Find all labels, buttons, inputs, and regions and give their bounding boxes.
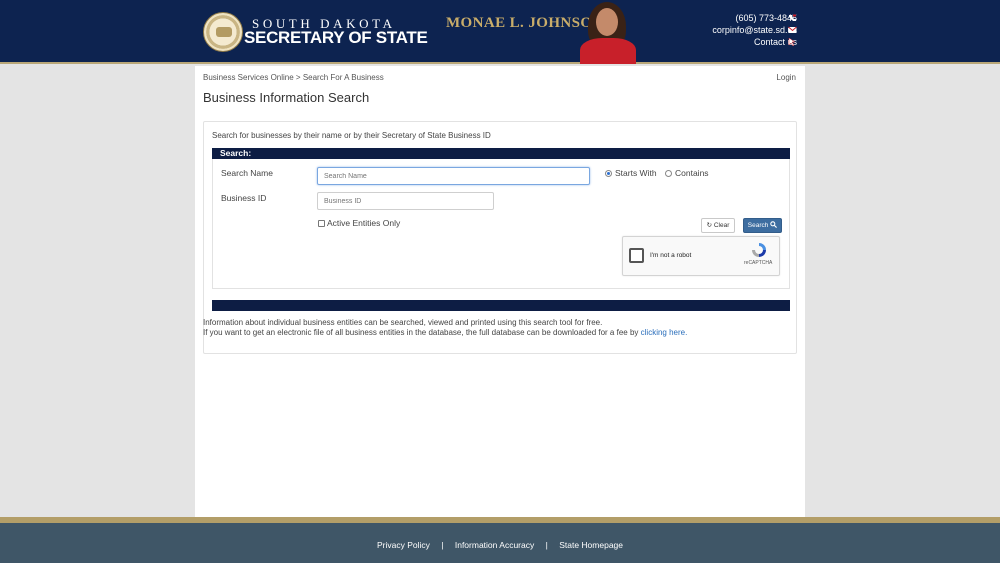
download-database-link[interactable]: clicking here. bbox=[641, 328, 688, 337]
info-database-download: If you want to get an electronic file of… bbox=[203, 328, 687, 337]
main-content: Business Services Online > Search For A … bbox=[195, 66, 805, 517]
information-accuracy-link[interactable]: Information Accuracy bbox=[455, 540, 534, 550]
search-name-label: Search Name bbox=[221, 168, 273, 178]
clear-button-label: Clear bbox=[713, 222, 730, 229]
site-footer: Privacy Policy | Information Accuracy | … bbox=[0, 523, 1000, 563]
active-entities-checkbox[interactable] bbox=[318, 220, 325, 227]
footer-links: Privacy Policy | Information Accuracy | … bbox=[0, 540, 1000, 550]
contains-label[interactable]: Contains bbox=[675, 168, 709, 178]
section-divider-bar bbox=[212, 300, 790, 311]
search-intro-text: Search for businesses by their name or b… bbox=[212, 131, 491, 140]
magnifier-icon bbox=[770, 221, 778, 228]
search-name-input[interactable] bbox=[317, 167, 590, 185]
seal-emblem bbox=[216, 27, 232, 37]
search-section-header: Search: bbox=[212, 148, 790, 159]
business-id-label: Business ID bbox=[221, 193, 267, 203]
recaptcha-logo-icon bbox=[752, 243, 766, 257]
login-link[interactable]: Login bbox=[776, 73, 796, 82]
starts-with-radio[interactable] bbox=[605, 170, 612, 177]
privacy-policy-link[interactable]: Privacy Policy bbox=[377, 540, 430, 550]
recaptcha-brand: reCAPTCHA bbox=[744, 260, 773, 266]
info-free-search: Information about individual business en… bbox=[203, 318, 603, 327]
logo-office-name[interactable]: SECRETARY OF STATE bbox=[244, 28, 428, 48]
secretary-portrait bbox=[578, 0, 636, 64]
breadcrumb[interactable]: Business Services Online > Search For A … bbox=[203, 73, 384, 82]
active-entities-label[interactable]: Active Entities Only bbox=[327, 218, 400, 228]
phone-icon bbox=[789, 14, 796, 21]
envelope-icon bbox=[788, 26, 797, 33]
search-button[interactable]: Search bbox=[743, 218, 782, 233]
recaptcha-checkbox[interactable] bbox=[629, 248, 644, 263]
recaptcha-widget: I'm not a robot reCAPTCHA bbox=[622, 236, 780, 276]
business-id-input[interactable] bbox=[317, 192, 494, 210]
footer-separator: | bbox=[441, 540, 444, 550]
site-header: SOUTH DAKOTA SECRETARY OF STATE MONAE L.… bbox=[0, 0, 1000, 64]
contact-email[interactable]: corpinfo@state.sd.us bbox=[712, 25, 797, 35]
state-homepage-link[interactable]: State Homepage bbox=[559, 540, 623, 550]
starts-with-label[interactable]: Starts With bbox=[615, 168, 657, 178]
page-title: Business Information Search bbox=[203, 90, 370, 105]
recaptcha-label: I'm not a robot bbox=[650, 252, 692, 259]
search-button-label: Search bbox=[747, 222, 769, 229]
state-seal-logo[interactable] bbox=[203, 12, 243, 52]
contains-radio[interactable] bbox=[665, 170, 672, 177]
footer-separator: | bbox=[545, 540, 548, 550]
cursor-icon bbox=[788, 38, 796, 46]
refresh-icon: ↻ bbox=[706, 222, 713, 229]
clear-button[interactable]: ↻ Clear bbox=[701, 218, 735, 233]
info-database-text: If you want to get an electronic file of… bbox=[203, 328, 639, 337]
